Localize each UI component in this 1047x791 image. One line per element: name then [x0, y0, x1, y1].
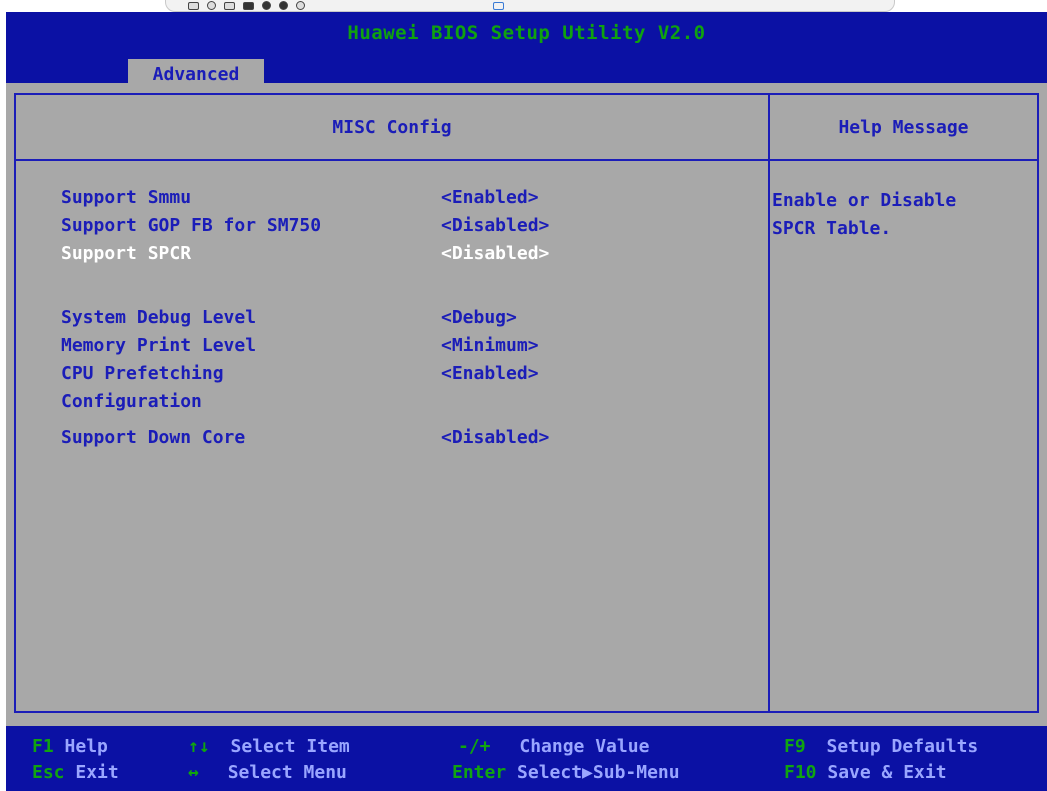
setting-label: Support GOP FB for SM750 [61, 215, 322, 236]
keyboard-icon[interactable] [188, 1, 199, 10]
lock-icon[interactable] [493, 1, 504, 10]
legend-desc: Select▶Sub-Menu [517, 762, 680, 783]
bios-header: Huawei BIOS Setup Utility V2.0 Advanced [6, 12, 1047, 89]
key-legend: F1 Help ↑↓ Select Item -/+ Change Value … [6, 726, 1047, 791]
legend-change-value: -/+ Change Value [458, 736, 649, 757]
legend-desc: Select Menu [227, 762, 347, 783]
legend-desc: Save & Exit [827, 762, 947, 783]
record-icon[interactable] [262, 1, 271, 10]
legend-setup-defaults: F9 Setup Defaults [784, 736, 978, 757]
legend-save-exit: F10 Save & Exit [784, 762, 947, 783]
power-icon[interactable] [279, 1, 288, 10]
display-icon[interactable] [243, 1, 254, 10]
setting-label: CPU Prefetching [61, 363, 224, 384]
legend-desc: Exit [75, 762, 119, 783]
legend-key: F10 [784, 762, 817, 783]
mouse-icon[interactable] [207, 1, 216, 10]
setting-value[interactable]: <Disabled> [441, 243, 549, 264]
legend-key: -/+ [458, 736, 491, 757]
setting-label: Configuration [61, 391, 202, 412]
legend-desc: Select Item [230, 736, 350, 757]
setting-label: Support Smmu [61, 187, 192, 208]
legend-key: ↔ [188, 762, 199, 783]
legend-key: Esc [32, 762, 65, 783]
setting-value[interactable]: <Enabled> [441, 363, 539, 384]
remote-console-toolbar [165, 0, 895, 12]
screen-icon[interactable] [224, 1, 235, 10]
page-title: MISC Config [332, 117, 452, 138]
legend-f1-help: F1 Help [32, 736, 108, 757]
legend-key: F9 [784, 736, 806, 757]
setting-value[interactable]: <Minimum> [441, 335, 539, 356]
legend-esc-exit: Esc Exit [32, 762, 119, 783]
setting-value[interactable]: <Enabled> [441, 187, 539, 208]
setting-label: Support Down Core [61, 427, 246, 448]
horizontal-divider [16, 159, 1037, 161]
setting-value[interactable]: <Disabled> [441, 215, 549, 236]
legend-select-menu: ↔ Select Menu [188, 762, 347, 783]
settings-icon[interactable] [296, 1, 305, 10]
legend-select-item: ↑↓ Select Item [188, 736, 350, 757]
main-panel: MISC Config Help Message Support Smmu <E… [6, 83, 1047, 726]
setting-label: Memory Print Level [61, 335, 257, 356]
bios-title: Huawei BIOS Setup Utility V2.0 [347, 22, 706, 44]
setting-value[interactable]: <Debug> [441, 307, 517, 328]
legend-desc: Setup Defaults [826, 736, 979, 757]
legend-select-submenu: Enter Select▶Sub-Menu [452, 762, 680, 783]
help-title: Help Message [838, 117, 969, 138]
legend-desc: Help [64, 736, 108, 757]
legend-desc: Change Value [519, 736, 650, 757]
setting-label: System Debug Level [61, 307, 257, 328]
setting-value[interactable]: <Disabled> [441, 427, 549, 448]
panel-frame: MISC Config Help Message Support Smmu <E… [14, 93, 1039, 713]
legend-key: Enter [452, 762, 507, 783]
setting-label: Support SPCR [61, 243, 192, 264]
legend-key: F1 [32, 736, 54, 757]
help-message: Enable or Disable SPCR Table. [772, 190, 957, 239]
legend-key: ↑↓ [188, 736, 210, 757]
vertical-divider [768, 95, 770, 711]
